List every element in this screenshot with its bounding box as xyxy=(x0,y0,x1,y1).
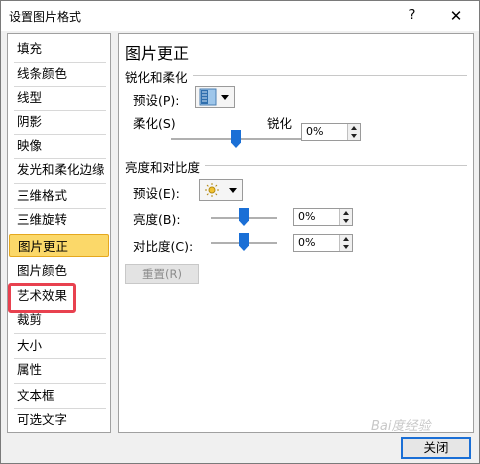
close-button[interactable]: 关闭 xyxy=(401,437,471,459)
sharpen-label: 锐化 xyxy=(267,116,293,131)
brightness-preset-label: 预设(E): xyxy=(133,186,180,201)
brightness-preset-dropdown[interactable] xyxy=(199,179,243,201)
sidebar-item-picture-color[interactable]: 图片颜色 xyxy=(9,259,109,282)
contrast-value: 0% xyxy=(298,236,316,249)
spin-down-icon[interactable] xyxy=(343,245,349,249)
sharpness-spinner[interactable]: 0% xyxy=(301,123,361,141)
sidebar-item-line-style[interactable]: 线型 xyxy=(9,86,109,109)
sharpness-value: 0% xyxy=(306,125,324,138)
spinner-buttons[interactable] xyxy=(347,124,360,140)
chevron-down-icon xyxy=(229,188,237,193)
contrast-slider-thumb[interactable] xyxy=(239,233,249,251)
sidebar-item-3d-rotation[interactable]: 三维旋转 xyxy=(9,208,109,231)
spin-up-icon[interactable] xyxy=(351,126,357,130)
brightness-value: 0% xyxy=(298,210,316,223)
contrast-label: 对比度(C): xyxy=(133,239,194,254)
sidebar-item-reflection[interactable]: 映像 xyxy=(9,134,109,157)
sharpness-slider-thumb[interactable] xyxy=(231,130,241,148)
sidebar-item-alt-text[interactable]: 可选文字 xyxy=(9,408,109,431)
format-picture-dialog: 设置图片格式 ? ✕ 填充 线条颜色 线型 阴影 映像 发光和柔化边缘 三维格式… xyxy=(0,0,480,464)
sidebar-item-size[interactable]: 大小 xyxy=(9,334,109,357)
sidebar-item-glow-soft-edges[interactable]: 发光和柔化边缘 xyxy=(9,158,109,181)
watermark-text: Bai度经验 xyxy=(371,419,431,434)
window-title: 设置图片格式 xyxy=(9,10,82,24)
sidebar-item-picture-corrections[interactable]: 图片更正 xyxy=(9,234,109,257)
chevron-down-icon xyxy=(221,95,229,100)
sidebar-item-fill[interactable]: 填充 xyxy=(9,37,109,60)
sharpen-section-title: 锐化和柔化 xyxy=(125,70,188,85)
close-window-button[interactable]: ✕ xyxy=(441,5,471,27)
spinner-buttons[interactable] xyxy=(339,209,352,225)
brightness-slider-thumb[interactable] xyxy=(239,208,249,226)
section-divider xyxy=(205,165,467,166)
sidebar-item-line-color[interactable]: 线条颜色 xyxy=(9,62,109,85)
sharpen-preset-label: 预设(P): xyxy=(133,93,180,108)
category-list: 填充 线条颜色 线型 阴影 映像 发光和柔化边缘 三维格式 三维旋转 图片更正 … xyxy=(7,33,111,433)
panel-title: 图片更正 xyxy=(125,44,190,63)
sharpen-preset-dropdown[interactable] xyxy=(195,86,235,108)
soften-label: 柔化(S) xyxy=(133,116,176,131)
section-divider xyxy=(193,75,467,76)
sidebar-item-3d-format[interactable]: 三维格式 xyxy=(9,184,109,207)
reset-button[interactable]: 重置(R) xyxy=(125,264,199,284)
brightness-spinner[interactable]: 0% xyxy=(293,208,353,226)
spin-up-icon[interactable] xyxy=(343,211,349,215)
contrast-spinner[interactable]: 0% xyxy=(293,234,353,252)
title-bar: 设置图片格式 ? ✕ xyxy=(1,1,479,31)
annotation-highlight-box xyxy=(8,283,76,313)
sidebar-item-text-box[interactable]: 文本框 xyxy=(9,384,109,407)
picture-corrections-panel: 图片更正 锐化和柔化 预设(P): 柔化(S) 锐化 0% 亮度和对比度 预设(… xyxy=(118,33,474,433)
sidebar-item-properties[interactable]: 属性 xyxy=(9,358,109,381)
help-button[interactable]: ? xyxy=(397,5,427,27)
spin-down-icon[interactable] xyxy=(351,134,357,138)
spinner-buttons[interactable] xyxy=(339,235,352,251)
sun-icon xyxy=(205,183,219,197)
spin-up-icon[interactable] xyxy=(343,237,349,241)
spin-down-icon[interactable] xyxy=(343,219,349,223)
sharpen-preset-icon xyxy=(199,88,217,106)
sidebar-item-shadow[interactable]: 阴影 xyxy=(9,110,109,133)
brightness-contrast-section-title: 亮度和对比度 xyxy=(125,160,201,175)
brightness-label: 亮度(B): xyxy=(133,212,181,227)
